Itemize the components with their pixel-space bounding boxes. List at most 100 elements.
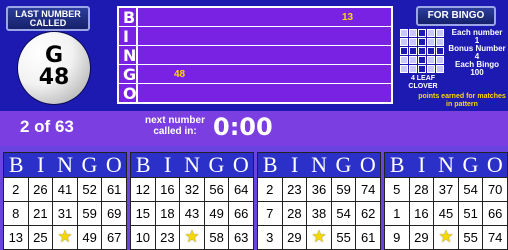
card-cell[interactable]: 36 xyxy=(306,178,331,201)
pattern-cell xyxy=(436,38,444,46)
card-cell[interactable]: 74 xyxy=(482,226,507,249)
card-cell[interactable]: 66 xyxy=(482,202,507,225)
card-cell[interactable]: 38 xyxy=(306,202,331,225)
card-header-letter: G xyxy=(462,152,479,177)
card-row: 2 26 41 52 61 xyxy=(4,177,126,201)
pattern-cell xyxy=(427,65,435,73)
card-cell[interactable]: 3 xyxy=(258,226,282,249)
called-numbers-board: B 13 I N G 48 O xyxy=(117,6,393,104)
card-cell[interactable]: 13 xyxy=(4,226,28,249)
card-cell[interactable]: 58 xyxy=(203,226,229,249)
board-letter-n: N xyxy=(123,46,137,65)
card-cell[interactable]: 41 xyxy=(52,178,77,201)
card-cell[interactable]: 52 xyxy=(76,178,102,201)
card-header-letter: O xyxy=(232,152,249,177)
pattern-cell xyxy=(400,65,408,73)
board-letter-b: B xyxy=(123,8,136,27)
card-row: 9 29 ★ 55 74 xyxy=(385,225,507,249)
pattern-cell xyxy=(427,38,435,46)
card-cell[interactable]: 23 xyxy=(154,226,180,249)
free-space-star-icon[interactable]: ★ xyxy=(179,226,204,249)
pattern-cell xyxy=(427,56,435,64)
pattern-name: 4 LEAF CLOVER xyxy=(408,75,438,90)
card-cell[interactable]: 54 xyxy=(330,202,356,225)
card-header-letter: B xyxy=(135,152,151,177)
countdown-timer: 0:00 xyxy=(213,113,273,141)
card-header-letter: O xyxy=(359,152,376,177)
card-cell[interactable]: 16 xyxy=(154,178,180,201)
card-header-letter: O xyxy=(105,152,122,177)
card-cell[interactable]: 59 xyxy=(330,178,356,201)
card-cell[interactable]: 25 xyxy=(27,226,53,249)
card-cell[interactable]: 43 xyxy=(179,202,204,225)
last-number-called-label: LAST NUMBER CALLED xyxy=(6,6,90,31)
pattern-cell xyxy=(400,56,408,64)
pattern-cell xyxy=(427,29,435,37)
card-cell[interactable]: 28 xyxy=(408,178,434,201)
card-row: 1 16 45 51 66 xyxy=(385,201,507,225)
card-cell[interactable]: 16 xyxy=(408,202,434,225)
card-cell[interactable]: 2 xyxy=(4,178,28,201)
card-cell[interactable]: 66 xyxy=(228,202,253,225)
pattern-cell xyxy=(409,56,417,64)
for-bingo-button[interactable]: FOR BINGO xyxy=(416,6,496,26)
pattern-cell xyxy=(418,65,426,73)
card-cell[interactable]: 31 xyxy=(52,202,77,225)
card-cell[interactable]: 12 xyxy=(131,178,155,201)
card-cell[interactable]: 64 xyxy=(228,178,253,201)
card-header-letter: G xyxy=(81,152,98,177)
card-cell[interactable]: 54 xyxy=(457,178,483,201)
board-number: 13 xyxy=(342,12,354,23)
card-cell[interactable]: 49 xyxy=(203,202,229,225)
card-cell[interactable]: 63 xyxy=(228,226,253,249)
card-row: 3 29 ★ 55 61 xyxy=(258,225,380,249)
card-cell[interactable]: 51 xyxy=(457,202,483,225)
card-cell[interactable]: 9 xyxy=(385,226,409,249)
card-header-letter: B xyxy=(8,152,24,177)
free-space-star-icon[interactable]: ★ xyxy=(52,226,77,249)
card-header: BINGO xyxy=(4,153,126,177)
points-note: points earned for matches in pattern xyxy=(418,93,506,108)
card-cell[interactable]: 1 xyxy=(385,202,409,225)
pattern-cell xyxy=(409,65,417,73)
card-cell[interactable]: 26 xyxy=(27,178,53,201)
card-header-letter: O xyxy=(486,152,503,177)
card-cell[interactable]: 61 xyxy=(355,226,380,249)
card-row: 15 18 43 49 66 xyxy=(131,201,253,225)
card-cell[interactable]: 70 xyxy=(482,178,507,201)
card-cell[interactable]: 55 xyxy=(330,226,356,249)
card-cell[interactable]: 18 xyxy=(154,202,180,225)
card-header-letter: B xyxy=(389,152,405,177)
card-row: 5 28 37 54 70 xyxy=(385,177,507,201)
card-cell[interactable]: 8 xyxy=(4,202,28,225)
card-cell[interactable]: 61 xyxy=(101,178,126,201)
card-cell[interactable]: 69 xyxy=(101,202,126,225)
pattern-cell xyxy=(400,47,408,55)
card-cell[interactable]: 15 xyxy=(131,202,155,225)
card-cell[interactable]: 74 xyxy=(355,178,380,201)
card-cell[interactable]: 7 xyxy=(258,202,282,225)
card-cell[interactable]: 29 xyxy=(408,226,434,249)
card-cell[interactable]: 55 xyxy=(457,226,483,249)
card-cell[interactable]: 21 xyxy=(27,202,53,225)
card-cell[interactable]: 2 xyxy=(258,178,282,201)
card-cell[interactable]: 28 xyxy=(281,202,307,225)
card-cell[interactable]: 37 xyxy=(433,178,458,201)
card-header-letter: G xyxy=(335,152,352,177)
card-cell[interactable]: 10 xyxy=(131,226,155,249)
bingo-pattern-grid xyxy=(400,29,446,75)
card-cell[interactable]: 59 xyxy=(76,202,102,225)
card-cell[interactable]: 45 xyxy=(433,202,458,225)
pattern-cell xyxy=(436,56,444,64)
card-cell[interactable]: 32 xyxy=(179,178,204,201)
card-cell[interactable]: 5 xyxy=(385,178,409,201)
card-cell[interactable]: 56 xyxy=(203,178,229,201)
card-cell[interactable]: 49 xyxy=(76,226,102,249)
free-space-star-icon[interactable]: ★ xyxy=(306,226,331,249)
card-cell[interactable]: 67 xyxy=(101,226,126,249)
card-cell[interactable]: 29 xyxy=(281,226,307,249)
card-cell[interactable]: 23 xyxy=(281,178,307,201)
card-row: 7 28 38 54 62 xyxy=(258,201,380,225)
card-cell[interactable]: 62 xyxy=(355,202,380,225)
free-space-star-icon[interactable]: ★ xyxy=(433,226,458,249)
